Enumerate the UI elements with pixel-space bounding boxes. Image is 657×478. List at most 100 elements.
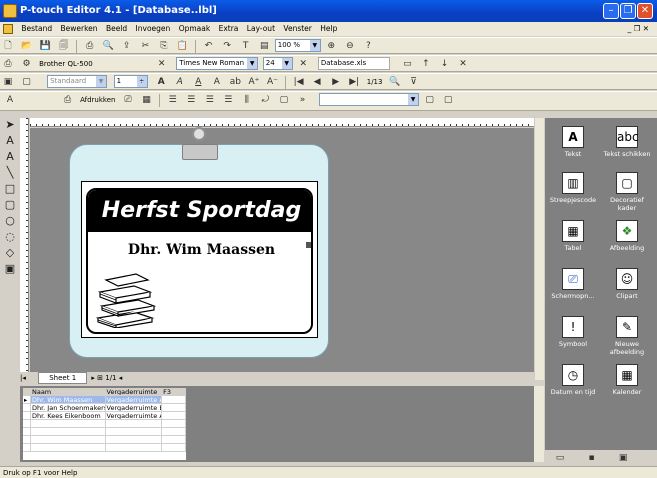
palette-view-icon[interactable]: ▭ <box>553 451 567 465</box>
text-tool-icon[interactable]: A <box>2 134 18 148</box>
label-name[interactable]: Dhr. Wim Maassen <box>88 242 311 258</box>
palette-item-streepjescode[interactable]: ▥ Streepjescode <box>547 172 599 204</box>
menu-venster[interactable]: Venster <box>283 22 311 36</box>
align-left-icon[interactable]: ☰ <box>166 93 180 107</box>
database-grid[interactable]: Naam Vergaderruimte F3 ▸ Dhr. Wim Maasse… <box>22 387 187 461</box>
pointer-icon[interactable]: ➤ <box>2 118 18 132</box>
polygon-icon[interactable]: ◇ <box>2 246 18 260</box>
close-toolbar-icon[interactable]: ✕ <box>155 57 169 71</box>
vertical-text-icon[interactable]: ⫼ <box>240 93 254 107</box>
text-effect-icon[interactable]: ab <box>228 75 242 89</box>
prev-record-icon[interactable]: ◀ <box>310 75 324 89</box>
menu-lay-out[interactable]: Lay-out <box>247 22 275 36</box>
rotate-icon[interactable]: ⤾ <box>258 93 272 107</box>
text-select-icon[interactable]: A <box>3 93 17 107</box>
zoom-in-icon[interactable]: ⊕ <box>324 39 338 53</box>
palette-view2-icon[interactable]: ▪ <box>585 451 599 465</box>
print-button[interactable]: Afdrukken <box>80 92 115 108</box>
more-icon[interactable]: » <box>295 93 309 107</box>
transfer-icon[interactable]: ⇪ <box>120 39 134 53</box>
palette-item-nieuwe-afbeelding[interactable]: ✎ Nieuwe afbeelding <box>601 316 653 356</box>
canvas-vertical-scrollbar[interactable] <box>534 118 544 380</box>
label-title[interactable]: Herfst Sportdag <box>88 190 311 232</box>
sort-desc-icon[interactable]: ↓ <box>437 57 451 71</box>
table-row[interactable] <box>23 420 186 428</box>
redo-icon[interactable]: ↷ <box>220 39 234 53</box>
align-right-icon[interactable]: ☰ <box>203 93 217 107</box>
sheet-tab[interactable]: Sheet 1 <box>38 372 88 384</box>
books-clipart[interactable] <box>94 272 156 328</box>
sheet-scroll-arrow[interactable]: ◂ <box>119 374 123 382</box>
palette-item-kalender[interactable]: ▦ Kalender <box>601 364 653 396</box>
db-window-icon[interactable]: ▭ <box>400 57 414 71</box>
menu-extra[interactable]: Extra <box>219 22 239 36</box>
rounded-rect-icon[interactable]: ▢ <box>2 198 18 212</box>
paste-icon[interactable]: 📋 <box>175 39 189 53</box>
maximize-button[interactable]: ❐ <box>620 3 636 19</box>
palette-view3-icon[interactable]: ▣ <box>616 451 630 465</box>
palette-item-clipart[interactable]: ☺ Clipart <box>601 268 653 300</box>
rectangle-icon[interactable]: □ <box>2 182 18 196</box>
palette-item-schermopname[interactable]: ⎚ Schermopn... <box>547 268 599 300</box>
ellipse-icon[interactable]: ○ <box>2 214 18 228</box>
zoom-out-icon[interactable]: ⊖ <box>343 39 357 53</box>
frame-icon[interactable]: ▣ <box>2 262 18 276</box>
save-as-icon[interactable]: 🗐 <box>57 39 71 53</box>
menu-beeld[interactable]: Beeld <box>106 22 127 36</box>
zoom-select[interactable]: 100 % ▼ <box>274 39 321 52</box>
next-record-icon[interactable]: ▶ <box>329 75 343 89</box>
column-header[interactable]: F3 <box>162 388 186 395</box>
first-record-icon[interactable]: |◀ <box>292 75 306 89</box>
grow-font-icon[interactable]: A⁺ <box>247 75 261 89</box>
underline-icon[interactable]: A <box>191 75 205 89</box>
palette-item-datum-en-tijd[interactable]: ◷ Datum en tijd <box>547 364 599 396</box>
line-icon[interactable]: ╲ <box>2 166 18 180</box>
print-icon[interactable]: ⎙ <box>83 39 97 53</box>
close-toolbar-icon[interactable]: ✕ <box>296 57 310 71</box>
menu-invoegen[interactable]: Invoegen <box>136 22 171 36</box>
layout-view-icon[interactable]: ▢ <box>20 75 34 89</box>
undo-icon[interactable]: ↶ <box>202 39 216 53</box>
close-button[interactable]: ✕ <box>637 3 653 19</box>
printer-icon[interactable]: ⎙ <box>1 57 15 71</box>
paper-select[interactable]: Standaard ▼ <box>47 75 108 88</box>
text-tool-icon[interactable]: T <box>239 39 253 53</box>
save-icon[interactable]: 💾 <box>38 39 52 53</box>
database-scrollbar[interactable] <box>534 386 544 462</box>
font-size-select[interactable]: 24 ▼ <box>262 57 293 70</box>
outline-icon[interactable]: A <box>210 75 224 89</box>
shrink-font-icon[interactable]: A⁻ <box>265 75 279 89</box>
label-view-icon[interactable]: ▣ <box>1 75 15 89</box>
doc-window-controls[interactable]: _ ❐ ✕ <box>627 22 649 36</box>
palette-item-symbool[interactable]: ! Symbool <box>547 316 599 348</box>
field-box-icon[interactable]: ▢ <box>423 93 437 107</box>
menu-help[interactable]: Help <box>320 22 337 36</box>
palette-item-tekst[interactable]: A Tekst <box>547 126 599 158</box>
field-select[interactable]: ▼ <box>319 93 420 106</box>
table-row[interactable] <box>23 428 186 436</box>
print-all-icon[interactable]: ▦ <box>140 93 154 107</box>
document-icon[interactable] <box>3 24 13 34</box>
fit-page-icon[interactable]: ▤ <box>257 39 271 53</box>
print-button-icon[interactable]: ⎙ <box>61 93 75 107</box>
last-record-icon[interactable]: ▶| <box>347 75 361 89</box>
arc-icon[interactable]: ◌ <box>2 230 18 244</box>
palette-item-tekst-schikken[interactable]: abc Tekst schikken <box>601 126 653 158</box>
sheet-nav-icon[interactable]: ▸ ⊞ <box>91 374 103 382</box>
label-frame[interactable]: Herfst Sportdag Dhr. Wim Maassen <box>86 188 313 334</box>
frame-text-icon[interactable]: ▢ <box>277 93 291 107</box>
new-icon[interactable]: 🗋 <box>1 39 15 53</box>
app-icon[interactable] <box>3 4 17 18</box>
column-header[interactable]: Naam <box>30 388 106 395</box>
vertical-text-icon[interactable]: A <box>2 150 18 164</box>
align-center-icon[interactable]: ☰ <box>184 93 198 107</box>
table-row[interactable]: ▸ Dhr. Wim Maassen Vergaderruimte A <box>23 396 186 404</box>
palette-item-decoratief-kader[interactable]: ▢ Decoratief kader <box>601 172 653 212</box>
copies-spinner[interactable]: 1 ÷ <box>113 75 148 88</box>
print-preview-icon[interactable]: 🔍 <box>101 39 115 53</box>
palette-item-afbeelding[interactable]: ❖ Afbeelding <box>601 220 653 252</box>
sort-asc-icon[interactable]: ↑ <box>419 57 433 71</box>
cut-icon[interactable]: ✂ <box>138 39 152 53</box>
table-row[interactable] <box>23 436 186 444</box>
printer-settings-icon[interactable]: ⚙ <box>20 57 34 71</box>
